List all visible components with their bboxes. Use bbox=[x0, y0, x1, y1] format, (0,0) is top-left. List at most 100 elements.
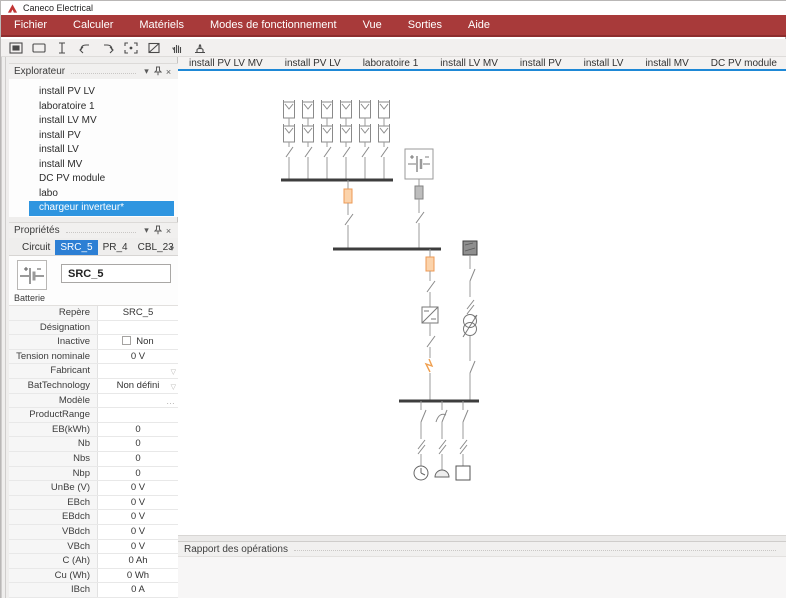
checkbox-unchecked-icon[interactable] bbox=[122, 336, 131, 345]
redo-icon[interactable] bbox=[99, 40, 117, 56]
property-row-nbs: Nbs0 bbox=[9, 452, 178, 467]
property-value-field[interactable]: 0 bbox=[98, 423, 178, 437]
doc-tab-install-pv[interactable]: install PV bbox=[509, 57, 573, 69]
property-row-mod-le: Modèle… bbox=[9, 394, 178, 409]
property-row-ibch: IBch0 A bbox=[9, 583, 178, 598]
explorer-item-install-lv[interactable]: install LV bbox=[29, 143, 178, 158]
circuit-tab-pr-4[interactable]: PR_4 bbox=[98, 240, 133, 255]
menu-item-modes-de-fonctionnement[interactable]: Modes de fonctionnement bbox=[197, 14, 350, 36]
pin-icon[interactable] bbox=[152, 225, 163, 237]
menu-item-calculer[interactable]: Calculer bbox=[60, 14, 126, 36]
component-name-field[interactable] bbox=[61, 264, 171, 283]
ellipsis-button[interactable]: … bbox=[166, 394, 175, 408]
pin-icon[interactable] bbox=[152, 66, 163, 78]
zoom-fit-icon[interactable] bbox=[122, 40, 140, 56]
load-branch-motor[interactable] bbox=[414, 401, 428, 480]
property-value-field[interactable]: Non bbox=[98, 335, 178, 349]
battery-source-symbol[interactable] bbox=[405, 149, 433, 248]
property-row-d-signation: Désignation bbox=[9, 321, 178, 336]
pv-array-group[interactable] bbox=[284, 100, 390, 180]
close-icon[interactable]: × bbox=[163, 67, 174, 77]
load-branch-lamp[interactable] bbox=[435, 401, 449, 477]
pv-string-6[interactable] bbox=[379, 100, 390, 180]
circuit-tab-src-5[interactable]: SRC_5 bbox=[55, 240, 97, 255]
property-value-field[interactable]: 0 V bbox=[98, 540, 178, 554]
property-label: VBch bbox=[9, 540, 98, 554]
property-value-field[interactable]: 0 Ah bbox=[98, 554, 178, 568]
report-header: Rapport des opérations bbox=[178, 542, 786, 557]
property-value-field[interactable]: 0 V bbox=[98, 481, 178, 495]
stamp-icon[interactable] bbox=[191, 40, 209, 56]
explorer-item-install-pv[interactable]: install PV bbox=[29, 129, 178, 144]
property-value-field[interactable]: 0 V bbox=[98, 525, 178, 539]
chevron-down-icon[interactable]: ▾ bbox=[141, 225, 152, 236]
calculate-icon[interactable] bbox=[53, 40, 71, 56]
grid-source-circuit[interactable] bbox=[463, 241, 477, 401]
doc-tab-install-mv[interactable]: install MV bbox=[634, 57, 699, 69]
property-value-field[interactable]: 0 A bbox=[98, 583, 178, 597]
property-value-field[interactable]: 0 bbox=[98, 467, 178, 481]
property-label: Nbp bbox=[9, 467, 98, 481]
menu-item-vue[interactable]: Vue bbox=[350, 14, 395, 36]
document-tab-strip: install PV LV MVinstall PV LVlaboratoire… bbox=[178, 57, 786, 71]
property-value-field[interactable]: Non défini▽ bbox=[98, 379, 178, 393]
menu-item-fichier[interactable]: Fichier bbox=[1, 14, 60, 36]
property-value-field[interactable]: 0 bbox=[98, 437, 178, 451]
explorer-item-install-pv-lv[interactable]: install PV LV bbox=[29, 85, 178, 100]
pv-string-1[interactable] bbox=[284, 100, 295, 180]
pv-string-5[interactable] bbox=[360, 100, 371, 180]
conductor-marks bbox=[467, 300, 474, 314]
undo-icon[interactable] bbox=[76, 40, 94, 56]
property-value-field[interactable] bbox=[98, 408, 178, 422]
close-icon[interactable]: × bbox=[163, 226, 174, 236]
property-value-field[interactable]: … bbox=[98, 394, 178, 408]
doc-tab-dc-pv-module[interactable]: DC PV module bbox=[700, 57, 786, 69]
property-value-field[interactable]: 0 V bbox=[98, 496, 178, 510]
property-value-field[interactable]: SRC_5 bbox=[98, 306, 178, 320]
doc-tab-install-lv-mv[interactable]: install LV MV bbox=[429, 57, 509, 69]
tab-overflow-icon[interactable]: ▾ bbox=[170, 244, 174, 253]
property-row-vbch: VBch0 V bbox=[9, 540, 178, 555]
explorer-header: Explorateur ▾ × bbox=[9, 63, 178, 79]
inverter-circuit[interactable] bbox=[422, 249, 438, 401]
schematic-canvas[interactable] bbox=[178, 73, 786, 535]
flow-arrow-orange bbox=[426, 359, 432, 372]
load-branch-generic[interactable] bbox=[456, 401, 470, 480]
explorer-item-labo[interactable]: labo bbox=[29, 187, 178, 202]
dock-gripper[interactable] bbox=[1, 57, 9, 598]
property-value-field[interactable]: 0 V bbox=[98, 510, 178, 524]
property-value-field[interactable]: 0 V bbox=[98, 350, 178, 364]
property-value-field[interactable] bbox=[98, 321, 178, 335]
menu-item-mat-riels[interactable]: Matériels bbox=[126, 14, 197, 36]
circuit-tab-circuit[interactable]: Circuit bbox=[17, 240, 55, 255]
property-value-field[interactable]: 0 Wh bbox=[98, 569, 178, 583]
property-row-ebdch: EBdch0 V bbox=[9, 510, 178, 525]
property-value-field[interactable]: ▽ bbox=[98, 364, 178, 378]
titlebar: Caneco Electrical bbox=[1, 1, 786, 15]
doc-tab-install-pv-lv-mv[interactable]: install PV LV MV bbox=[178, 57, 274, 69]
new-drawing-icon[interactable] bbox=[7, 40, 25, 56]
explorer-item-install-lv-mv[interactable]: install LV MV bbox=[29, 114, 178, 129]
explorer-item-laboratoire-1[interactable]: laboratoire 1 bbox=[29, 100, 178, 115]
app-logo-icon bbox=[7, 3, 18, 14]
chevron-down-icon[interactable]: ▾ bbox=[141, 66, 152, 77]
pan-hand-icon[interactable] bbox=[168, 40, 186, 56]
conductor-marks bbox=[460, 440, 467, 454]
pv-string-4[interactable] bbox=[341, 100, 352, 180]
explorer-item-install-mv[interactable]: install MV bbox=[29, 158, 178, 173]
pv-string-2[interactable] bbox=[303, 100, 314, 180]
doc-tab-install-lv[interactable]: install LV bbox=[573, 57, 635, 69]
doc-tab-install-pv-lv[interactable]: install PV LV bbox=[274, 57, 352, 69]
menu-item-aide[interactable]: Aide bbox=[455, 14, 503, 36]
disconnect-switch bbox=[345, 214, 353, 225]
doc-tab-laboratoire-1[interactable]: laboratoire 1 bbox=[352, 57, 430, 69]
dc-feeder-circuit[interactable] bbox=[344, 180, 353, 248]
report-title: Rapport des opérations bbox=[184, 544, 288, 555]
explorer-item-dc-pv-module[interactable]: DC PV module bbox=[29, 172, 178, 187]
menu-item-sorties[interactable]: Sorties bbox=[395, 14, 455, 36]
pv-string-3[interactable] bbox=[322, 100, 333, 180]
property-value-field[interactable]: 0 bbox=[98, 452, 178, 466]
explorer-item-chargeur-inverteur[interactable]: chargeur inverteur* bbox=[29, 201, 174, 216]
open-folder-icon[interactable] bbox=[30, 40, 48, 56]
no-redraw-icon[interactable] bbox=[145, 40, 163, 56]
